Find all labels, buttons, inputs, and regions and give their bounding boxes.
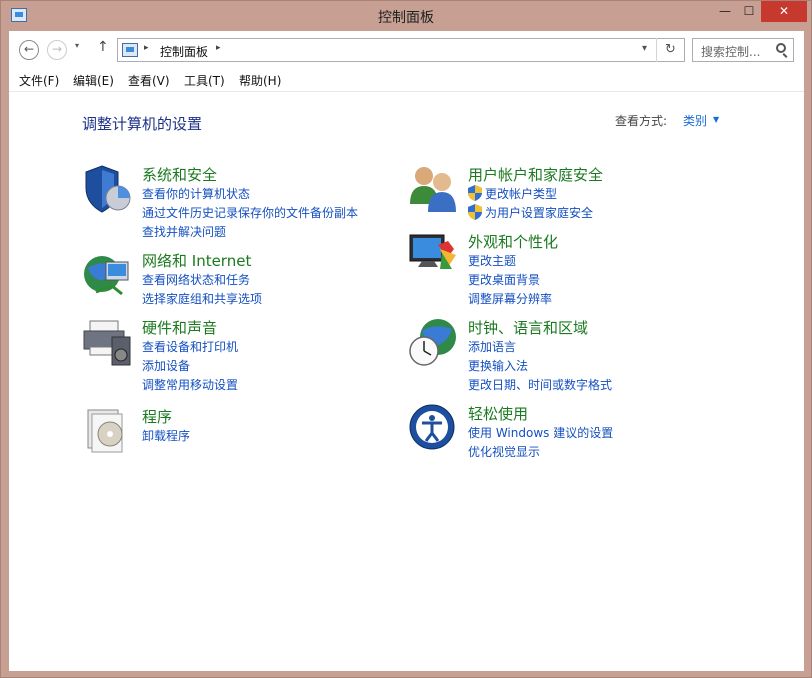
main-content: 调整计算机的设置 查看方式: 类别 ▼ 系统和安全 查看你的计算机状态 通过文件… xyxy=(9,92,804,671)
search-icon[interactable] xyxy=(776,43,786,53)
category-title[interactable]: 用户帐户和家庭安全 xyxy=(468,164,603,185)
category-user-accounts: 用户帐户和家庭安全 更改帐户类型 为用户设置家庭安全 xyxy=(408,164,738,224)
category-title[interactable]: 外观和个性化 xyxy=(468,231,558,252)
category-title[interactable]: 硬件和声音 xyxy=(142,317,217,338)
link-add-device[interactable]: 添加设备 xyxy=(142,357,190,374)
link-file-history[interactable]: 通过文件历史记录保存你的文件备份副本 xyxy=(142,204,358,221)
category-title[interactable]: 时钟、语言和区域 xyxy=(468,317,588,338)
search-input[interactable]: 搜索控制... xyxy=(692,38,794,62)
category-title[interactable]: 网络和 Internet xyxy=(142,250,251,271)
title-bar[interactable]: 控制面板 — ☐ ✕ xyxy=(1,1,811,31)
monitor-palette-icon xyxy=(409,234,456,269)
search-placeholder: 搜索控制... xyxy=(701,45,761,59)
category-system-security: 系统和安全 查看你的计算机状态 通过文件历史记录保存你的文件备份副本 查找并解决… xyxy=(82,164,382,244)
maximize-button[interactable]: ☐ xyxy=(737,1,761,22)
menu-view[interactable]: 查看(V) xyxy=(128,72,170,89)
menu-file[interactable]: 文件(F) xyxy=(19,72,59,89)
link-mobility-settings[interactable]: 调整常用移动设置 xyxy=(142,376,238,393)
link-change-account-type[interactable]: 更改帐户类型 xyxy=(485,185,557,202)
breadcrumb-control-panel[interactable]: 控制面板 xyxy=(160,43,208,60)
category-title[interactable]: 程序 xyxy=(142,406,172,427)
users-icon xyxy=(410,167,456,212)
link-recommended-settings[interactable]: 使用 Windows 建议的设置 xyxy=(468,424,613,441)
menu-help[interactable]: 帮助(H) xyxy=(239,72,281,89)
category-clock-language-region: 时钟、语言和区域 添加语言 更换输入法 更改日期、时间或数字格式 xyxy=(408,317,738,397)
uac-shield-icon xyxy=(468,185,482,201)
category-appearance: 外观和个性化 更改主题 更改桌面背景 调整屏幕分辨率 xyxy=(408,231,738,311)
ease-of-access-icon xyxy=(409,404,455,450)
control-panel-icon xyxy=(122,43,138,57)
link-uninstall-program[interactable]: 卸载程序 xyxy=(142,427,190,444)
link-date-time-format[interactable]: 更改日期、时间或数字格式 xyxy=(468,376,612,393)
window-title: 控制面板 xyxy=(378,10,434,26)
link-troubleshoot[interactable]: 查找并解决问题 xyxy=(142,223,226,240)
link-homegroup[interactable]: 选择家庭组和共享选项 xyxy=(142,290,262,307)
category-title[interactable]: 轻松使用 xyxy=(468,403,528,424)
link-view-computer-status[interactable]: 查看你的计算机状态 xyxy=(142,185,250,202)
shield-pie-icon xyxy=(85,165,131,213)
printer-speaker-icon xyxy=(83,320,131,366)
uac-shield-icon xyxy=(468,204,482,220)
link-add-language[interactable]: 添加语言 xyxy=(468,338,516,355)
menu-tools[interactable]: 工具(T) xyxy=(184,72,225,89)
link-change-input-method[interactable]: 更换输入法 xyxy=(468,357,528,374)
link-devices-printers[interactable]: 查看设备和打印机 xyxy=(142,338,238,355)
link-screen-resolution[interactable]: 调整屏幕分辨率 xyxy=(468,290,552,307)
link-change-background[interactable]: 更改桌面背景 xyxy=(468,271,540,288)
control-panel-window: 控制面板 — ☐ ✕ ← → ▾ ↑ ▸ 控制面板 ▸ ▾ ↻ 搜索控制... xyxy=(0,0,812,678)
category-ease-of-access: 轻松使用 使用 Windows 建议的设置 优化视觉显示 xyxy=(408,403,738,463)
link-change-theme[interactable]: 更改主题 xyxy=(468,252,516,269)
minimize-button[interactable]: — xyxy=(713,1,737,22)
category-network-internet: 网络和 Internet 查看网络状态和任务 选择家庭组和共享选项 xyxy=(82,250,382,310)
refresh-button[interactable]: ↻ xyxy=(656,38,684,62)
menu-edit[interactable]: 编辑(E) xyxy=(73,72,114,89)
navigation-bar: ← → ▾ ↑ ▸ 控制面板 ▸ ▾ ↻ 搜索控制... xyxy=(9,31,804,67)
link-network-status[interactable]: 查看网络状态和任务 xyxy=(142,271,250,288)
view-by-dropdown[interactable]: 类别 xyxy=(683,112,707,129)
view-by-label: 查看方式: xyxy=(615,114,668,128)
menu-bar: 文件(F) 编辑(E) 查看(V) 工具(T) 帮助(H) xyxy=(9,67,804,92)
recent-locations-icon[interactable]: ▾ xyxy=(75,41,79,50)
category-programs: 程序 卸载程序 xyxy=(82,406,382,461)
programs-icon xyxy=(87,409,123,453)
page-title: 调整计算机的设置 xyxy=(82,115,203,133)
client-area: ← → ▾ ↑ ▸ 控制面板 ▸ ▾ ↻ 搜索控制... 文件(F) 编辑(E)… xyxy=(9,31,804,671)
back-button[interactable]: ← xyxy=(19,40,39,60)
forward-button[interactable]: → xyxy=(47,40,67,60)
breadcrumb-separator-icon[interactable]: ▸ xyxy=(144,43,149,53)
clock-globe-icon xyxy=(409,319,456,366)
link-optimize-visual-display[interactable]: 优化视觉显示 xyxy=(468,443,540,460)
up-button[interactable]: ↑ xyxy=(97,39,109,55)
close-button[interactable]: ✕ xyxy=(761,1,807,22)
category-title[interactable]: 系统和安全 xyxy=(142,164,217,185)
globe-network-icon xyxy=(84,256,129,296)
view-by-caret-icon[interactable]: ▼ xyxy=(713,115,719,124)
address-dropdown-icon[interactable]: ▾ xyxy=(642,43,647,54)
address-bar[interactable]: ▸ 控制面板 ▸ ▾ ↻ xyxy=(117,38,685,62)
category-hardware-sound: 硬件和声音 查看设备和打印机 添加设备 调整常用移动设置 xyxy=(82,317,382,397)
breadcrumb-separator-icon[interactable]: ▸ xyxy=(216,43,221,53)
link-family-safety[interactable]: 为用户设置家庭安全 xyxy=(485,204,593,221)
